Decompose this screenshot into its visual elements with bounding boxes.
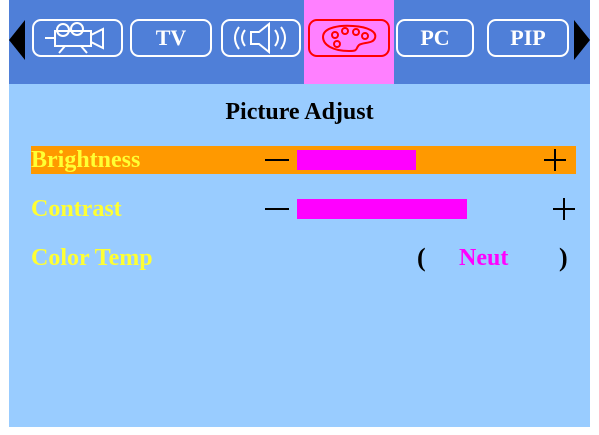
tab-bar: TV PC PIP	[9, 0, 590, 84]
setting-label: Color Temp	[31, 245, 153, 271]
plus-icon[interactable]	[553, 198, 575, 220]
setting-row-brightness[interactable]: Brightness	[31, 146, 576, 174]
level-bar[interactable]	[297, 199, 467, 219]
tab-tv[interactable]: TV	[130, 19, 212, 57]
page-title: Picture Adjust	[225, 99, 374, 125]
level-bar-fill	[297, 150, 416, 170]
palette-icon	[321, 24, 377, 53]
selected-tab-highlight	[304, 0, 394, 84]
plus-icon[interactable]	[544, 149, 566, 171]
speaker-sound-icon	[234, 22, 286, 54]
tab-sound[interactable]	[221, 19, 301, 57]
setting-row-contrast[interactable]: Contrast	[31, 195, 576, 223]
level-bar[interactable]	[297, 150, 467, 170]
minus-icon[interactable]	[265, 208, 289, 210]
tab-movie[interactable]	[32, 19, 123, 57]
color-temp-value[interactable]: Neut	[459, 244, 508, 272]
triangle-right-icon[interactable]	[574, 20, 590, 60]
tab-pip[interactable]: PIP	[487, 19, 569, 57]
setting-label: Brightness	[31, 147, 141, 173]
minus-icon[interactable]	[265, 159, 289, 161]
level-bar-fill	[297, 199, 467, 219]
triangle-left-icon[interactable]	[9, 20, 25, 60]
setting-label: Contrast	[31, 196, 122, 222]
setting-row-color-temp[interactable]: Color Temp ( Neut )	[31, 244, 576, 272]
film-camera-icon	[44, 22, 104, 54]
value-close-paren: )	[559, 243, 568, 272]
tab-picture[interactable]	[308, 19, 390, 57]
value-open-paren: (	[417, 243, 426, 272]
osd-menu: TV PC PIP Picture Adjust Brightness Cont…	[9, 0, 590, 427]
tab-pc[interactable]: PC	[396, 19, 474, 57]
